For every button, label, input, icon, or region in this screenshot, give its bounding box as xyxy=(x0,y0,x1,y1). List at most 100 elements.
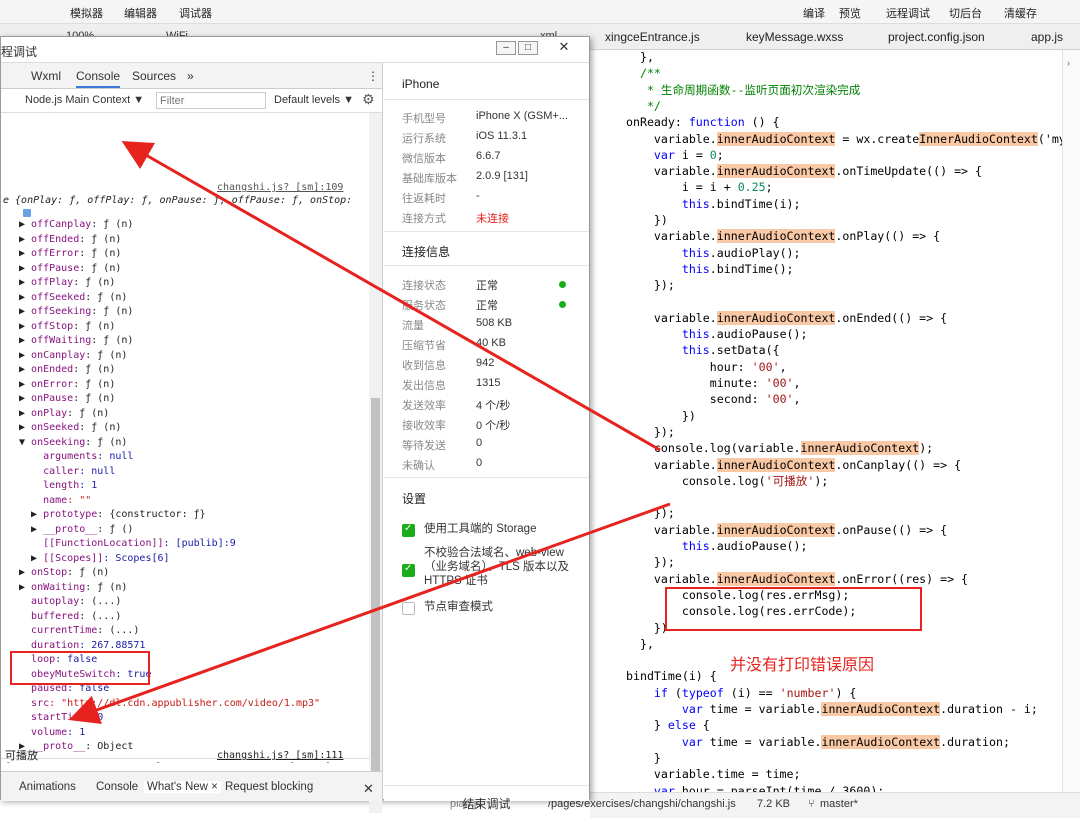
scroll-right-icon[interactable]: › xyxy=(1067,58,1070,68)
console-property[interactable]: ▶ onWaiting: ƒ (n) xyxy=(19,581,127,596)
property-toggle[interactable]: ▶ xyxy=(19,292,31,303)
more-tabs-icon[interactable]: » xyxy=(187,69,194,83)
property-toggle[interactable] xyxy=(19,480,43,491)
tab-console[interactable]: Console xyxy=(76,69,121,88)
console-property[interactable]: ▶ offError: ƒ (n) xyxy=(19,247,121,262)
console-property[interactable]: ▼ onSeeking: ƒ (n) xyxy=(19,436,127,451)
console-property[interactable]: ▶ offSeeked: ƒ (n) xyxy=(19,291,127,306)
drawer-close-icon[interactable]: ✕ xyxy=(363,781,374,797)
console-property[interactable]: ▶ onError: ƒ (n) xyxy=(19,378,115,393)
property-toggle[interactable] xyxy=(19,611,31,622)
console-property[interactable]: currentTime: (...) xyxy=(19,624,139,639)
console-filter-input[interactable] xyxy=(156,92,266,109)
console-log-link[interactable]: changshi.js? [sm]:111 xyxy=(217,749,343,764)
editor-tab-project-config[interactable]: project.config.json xyxy=(888,30,985,44)
log-levels-select[interactable]: Default levels ▼ xyxy=(274,94,354,106)
console-property[interactable]: ▶ onCanplay: ƒ (n) xyxy=(19,349,127,364)
property-toggle[interactable]: ▶ xyxy=(19,277,31,288)
console-property[interactable]: arguments: null xyxy=(19,450,133,465)
property-toggle[interactable]: ▶ xyxy=(19,509,43,520)
tab-sources[interactable]: Sources xyxy=(132,69,176,83)
close-icon[interactable]: ✕ xyxy=(554,40,574,55)
property-toggle[interactable] xyxy=(19,640,31,651)
drawer-tab-console[interactable]: Console xyxy=(96,781,138,793)
console-object-header[interactable]: e {onPlay: ƒ, offPlay: ƒ, onPause: ƒ, of… xyxy=(3,194,352,209)
property-toggle[interactable]: ▶ xyxy=(19,408,31,419)
console-property[interactable]: ▶ onPlay: ƒ (n) xyxy=(19,407,109,422)
console-property[interactable]: volume: 1 xyxy=(19,726,85,741)
property-toggle[interactable]: ▶ xyxy=(19,379,31,390)
property-toggle[interactable] xyxy=(19,596,31,607)
console-property[interactable]: ▶ offPlay: ƒ (n) xyxy=(19,276,115,291)
domain-checkbox[interactable]: ✓ xyxy=(402,563,415,577)
console-property[interactable]: ▶ onSeeked: ƒ (n) xyxy=(19,421,121,436)
tab-wxml[interactable]: Wxml xyxy=(31,69,61,83)
property-toggle[interactable]: ▶ xyxy=(19,234,31,245)
inspect-checkbox[interactable] xyxy=(402,602,415,615)
property-toggle[interactable] xyxy=(19,466,43,477)
property-toggle[interactable]: ▶ xyxy=(19,219,31,230)
context-select[interactable]: Node.js Main Context ▼ xyxy=(25,94,144,106)
dialog-titlebar[interactable]: 程调试 – □ ✕ xyxy=(1,37,589,63)
console-property[interactable]: ▶ prototype: {constructor: ƒ} xyxy=(19,508,206,523)
console-property[interactable]: ▶ offStop: ƒ (n) xyxy=(19,320,115,335)
end-debug-button[interactable]: 结束调试 xyxy=(384,795,589,812)
console-property[interactable]: name: "" xyxy=(19,494,91,509)
console-property[interactable]: [[FunctionLocation]]: [publib]:9 xyxy=(19,537,236,552)
console-property[interactable]: startTime: 0 xyxy=(19,711,103,726)
editor-tab-keymessage[interactable]: keyMessage.wxss xyxy=(746,30,843,44)
console-property[interactable]: caller: null xyxy=(19,465,115,480)
property-toggle[interactable]: ▶ xyxy=(19,422,31,433)
property-toggle[interactable]: ▶ xyxy=(19,393,31,404)
console-property[interactable]: src: "http://dl.cdn.appublisher.com/vide… xyxy=(19,697,320,712)
property-toggle[interactable]: ▶ xyxy=(19,321,31,332)
editor-scrollbar[interactable]: › xyxy=(1062,50,1080,792)
drawer-tab-request-blocking[interactable]: Request blocking xyxy=(225,781,313,793)
console-scroll-thumb[interactable] xyxy=(371,398,380,798)
property-toggle[interactable]: ▶ xyxy=(19,567,31,578)
property-toggle[interactable]: ▶ xyxy=(19,524,43,535)
console-property[interactable]: ▶ __proto__: ƒ () xyxy=(19,523,133,538)
property-toggle[interactable] xyxy=(19,698,31,709)
console-property[interactable]: ▶ onPause: ƒ (n) xyxy=(19,392,115,407)
console-property[interactable]: ▶ offEnded: ƒ (n) xyxy=(19,233,121,248)
gear-icon[interactable]: ⚙ xyxy=(362,91,375,108)
storage-checkbox[interactable]: ✓ xyxy=(402,523,415,537)
property-toggle[interactable] xyxy=(19,451,43,462)
console-property[interactable]: autoplay: (...) xyxy=(19,595,121,610)
console-property[interactable]: buffered: (...) xyxy=(19,610,121,625)
menu-debugger[interactable]: 调试器 xyxy=(179,5,212,21)
property-toggle[interactable] xyxy=(19,495,43,506)
property-toggle[interactable] xyxy=(19,538,43,549)
drawer-tab-animations[interactable]: Animations xyxy=(19,781,76,793)
kebab-menu-icon[interactable]: ⋮ xyxy=(367,69,379,83)
property-toggle[interactable]: ▶ xyxy=(19,350,31,361)
console-property[interactable]: ▶ offPause: ƒ (n) xyxy=(19,262,121,277)
console-property[interactable]: ▶ offSeeking: ƒ (n) xyxy=(19,305,133,320)
minimize-icon[interactable]: – xyxy=(496,41,516,55)
console-property[interactable]: length: 1 xyxy=(19,479,97,494)
property-toggle[interactable]: ▶ xyxy=(19,248,31,259)
property-toggle[interactable] xyxy=(19,712,31,723)
console-property[interactable]: ▶ offCanplay: ƒ (n) xyxy=(19,218,133,233)
console-property[interactable]: ▶ offWaiting: ƒ (n) xyxy=(19,334,133,349)
property-toggle[interactable]: ▶ xyxy=(19,553,43,564)
maximize-icon[interactable]: □ xyxy=(518,41,538,55)
console-property[interactable]: ▶ onEnded: ƒ (n) xyxy=(19,363,115,378)
property-toggle[interactable] xyxy=(19,727,31,738)
console-property[interactable]: ▶ [[Scopes]]: Scopes[6] xyxy=(19,552,170,567)
property-toggle[interactable]: ▶ xyxy=(19,582,31,593)
property-toggle[interactable]: ▼ xyxy=(19,437,31,448)
console-property[interactable]: ▶ onStop: ƒ (n) xyxy=(19,566,109,581)
compile-button[interactable]: 编译 xyxy=(803,5,825,21)
property-toggle[interactable] xyxy=(19,625,31,636)
drawer-tab-whats-new[interactable]: What's New × xyxy=(144,781,221,793)
clear-cache-button[interactable]: 清缓存 xyxy=(1004,5,1037,21)
property-toggle[interactable]: ▶ xyxy=(19,263,31,274)
editor-tab-xingce[interactable]: xingceEntrance.js xyxy=(605,30,700,44)
property-toggle[interactable]: ▶ xyxy=(19,364,31,375)
property-toggle[interactable]: ▶ xyxy=(19,306,31,317)
background-button[interactable]: 切后台 xyxy=(949,5,982,21)
property-toggle[interactable]: ▶ xyxy=(19,335,31,346)
menu-simulator[interactable]: 模拟器 xyxy=(70,5,103,21)
